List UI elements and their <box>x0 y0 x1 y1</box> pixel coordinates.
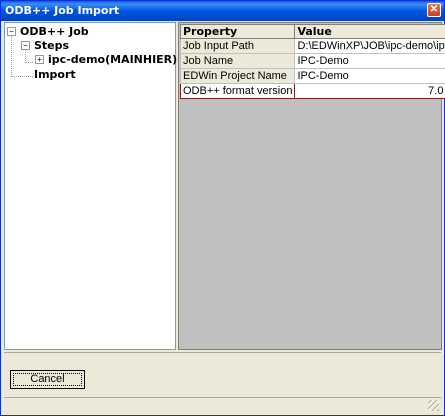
property-cell: EDWin Project Name <box>179 68 296 84</box>
job-tree[interactable]: − ODB++ Job − Steps + ipc-demo(MAINHIER)… <box>4 22 177 350</box>
title-bar[interactable]: ODB++ Job Import ✕ <box>1 1 444 21</box>
status-bar <box>4 397 441 413</box>
resize-grip-icon[interactable] <box>428 400 439 411</box>
property-cell: ODB++ format version <box>179 83 296 99</box>
property-cell: Job Input Path <box>179 38 296 54</box>
tree-connector <box>25 49 26 63</box>
collapse-icon[interactable]: − <box>7 27 16 36</box>
table-row: Job Name IPC-Demo <box>179 53 445 69</box>
tree-node-odb-job[interactable]: ODB++ Job <box>20 25 89 38</box>
column-header-property[interactable]: Property <box>179 24 296 39</box>
table-row: ODB++ format version 7.0 <box>179 83 445 99</box>
value-cell[interactable]: D:\EDWinXP\JOB\ipc-demo\ipc <box>294 38 445 54</box>
odb-job-import-dialog: ODB++ Job Import ✕ − ODB++ Job − Steps +… <box>0 0 445 416</box>
collapse-icon[interactable]: − <box>21 41 30 50</box>
value-cell[interactable]: 7.0 <box>294 83 445 99</box>
cancel-button[interactable]: Cancel <box>10 370 85 389</box>
tree-node-ipc-demo[interactable]: ipc-demo(MAINHIER) <box>48 53 177 66</box>
tree-connector <box>11 76 33 77</box>
value-cell[interactable]: IPC-Demo <box>294 53 445 69</box>
close-icon[interactable]: ✕ <box>427 3 441 17</box>
property-cell: Job Name <box>179 53 296 69</box>
expand-icon[interactable]: + <box>35 55 44 64</box>
window-title: ODB++ Job Import <box>5 4 120 17</box>
tree-connector <box>11 35 12 77</box>
property-grid: Property Value Job Input Path D:\EDWinXP… <box>178 22 445 350</box>
tree-node-steps[interactable]: Steps <box>34 39 69 52</box>
property-table: Property Value Job Input Path D:\EDWinXP… <box>179 24 445 99</box>
table-row: EDWin Project Name IPC-Demo <box>179 68 445 84</box>
tree-connector <box>25 62 33 63</box>
tree-node-import[interactable]: Import <box>34 68 76 81</box>
column-header-value[interactable]: Value <box>294 24 445 39</box>
button-area: Cancel <box>4 352 441 396</box>
table-header-row: Property Value <box>179 24 445 39</box>
table-row: Job Input Path D:\EDWinXP\JOB\ipc-demo\i… <box>179 38 445 54</box>
value-cell[interactable]: IPC-Demo <box>294 68 445 84</box>
